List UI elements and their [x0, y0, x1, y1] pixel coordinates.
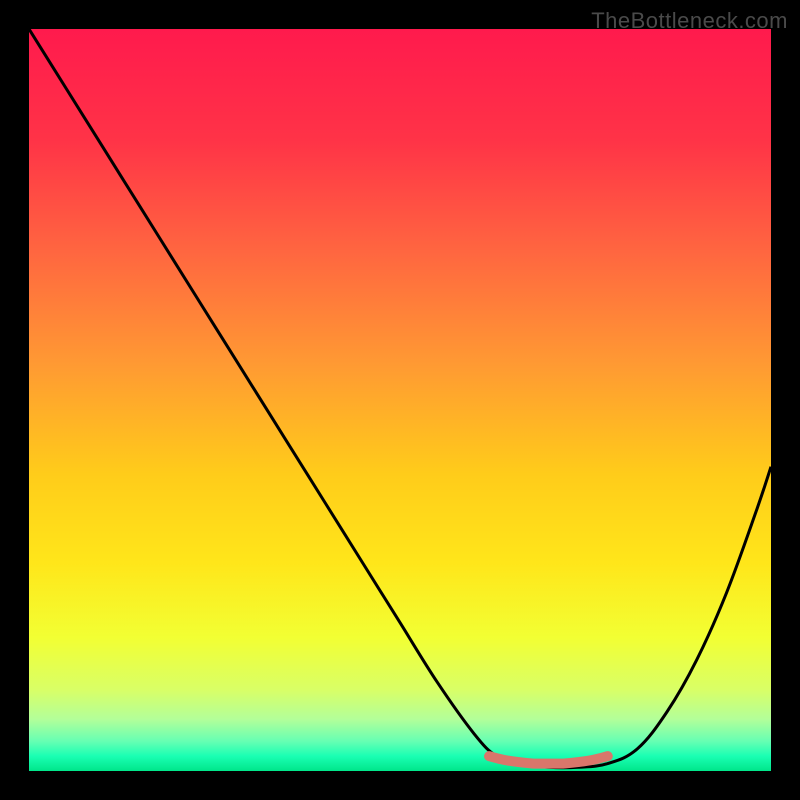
curve-layer — [29, 29, 771, 771]
watermark-text: TheBottleneck.com — [591, 8, 788, 34]
plot-area — [29, 29, 771, 771]
bottleneck-curve — [29, 29, 771, 768]
optimal-range-marker — [489, 756, 608, 764]
